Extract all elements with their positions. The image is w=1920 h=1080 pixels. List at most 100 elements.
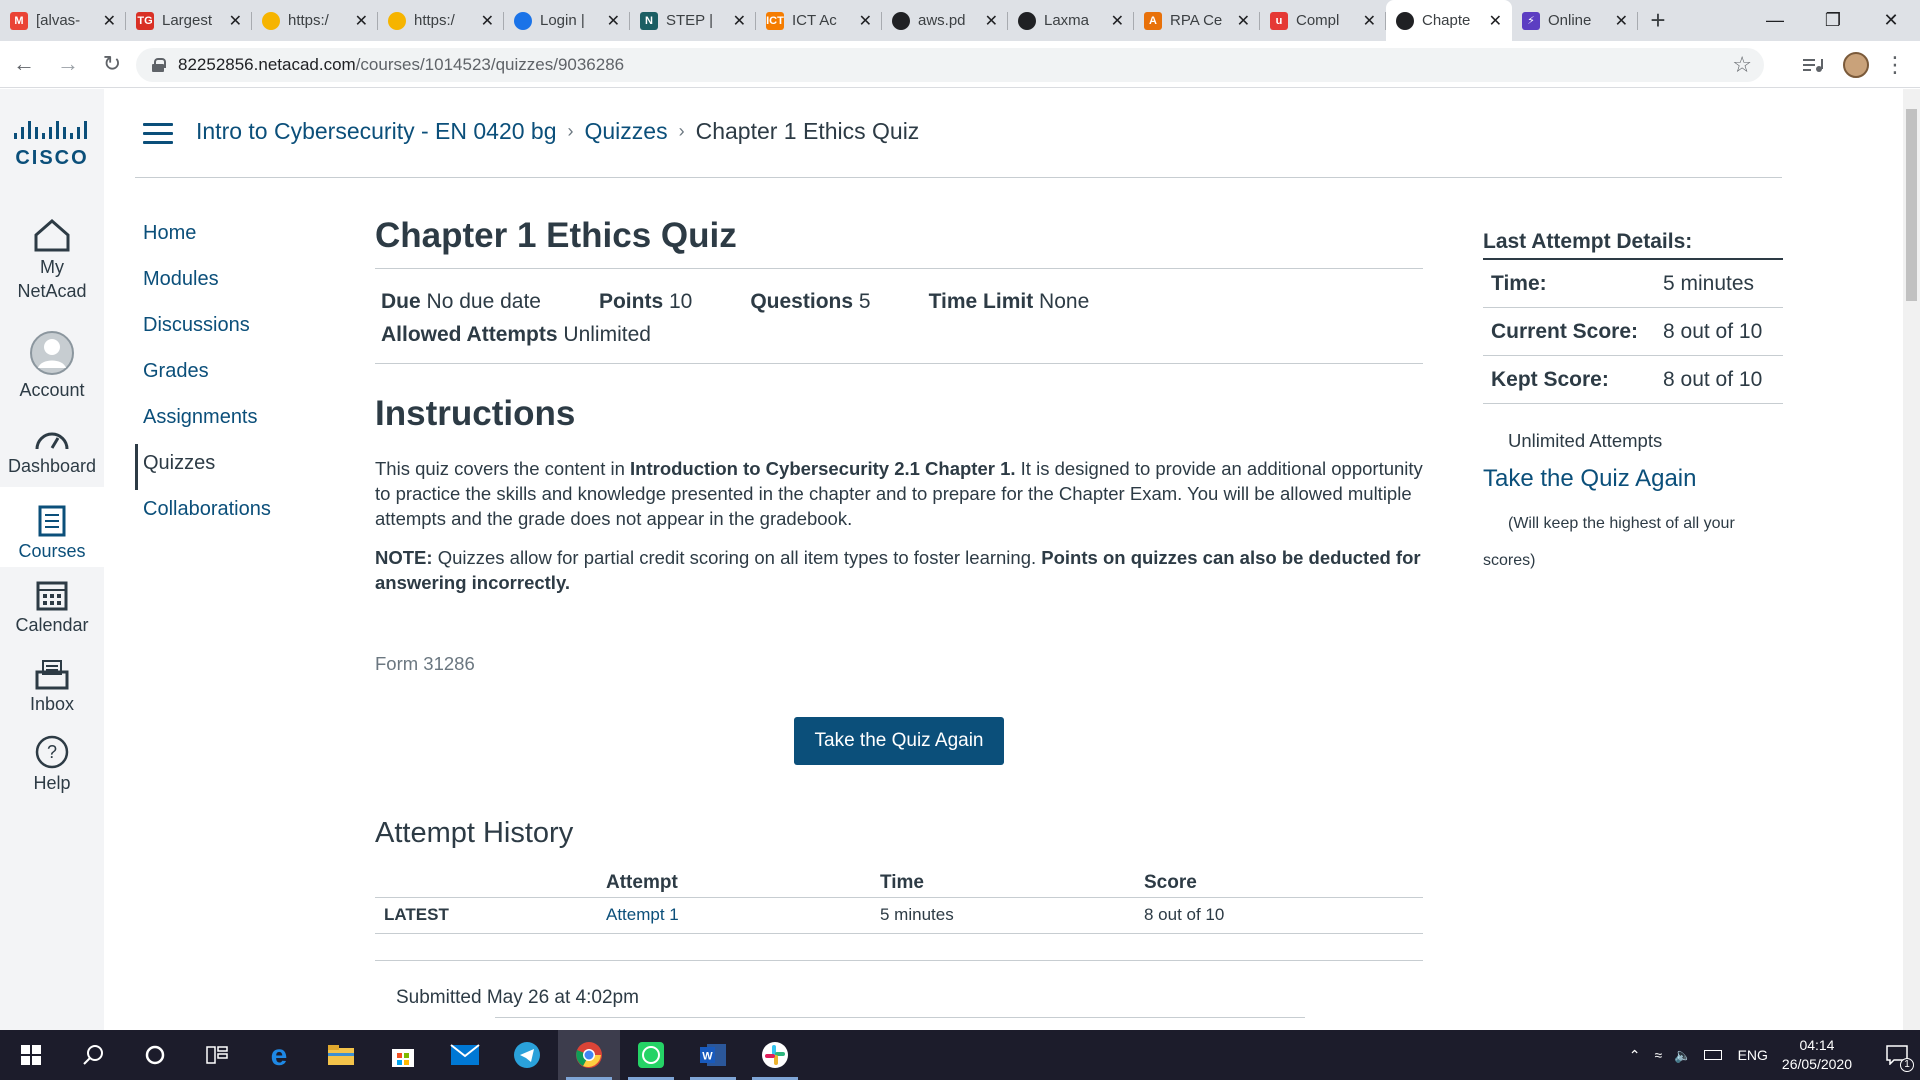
close-tab-icon[interactable]: ✕ bbox=[355, 11, 368, 31]
course-nav-grades[interactable]: Grades bbox=[135, 352, 335, 398]
tray-chevron-icon[interactable]: ⌃ bbox=[1629, 1047, 1641, 1064]
browser-tab[interactable]: N STEP | ✕ bbox=[630, 0, 756, 41]
browser-tab[interactable]: Laxma ✕ bbox=[1008, 0, 1134, 41]
close-tab-icon[interactable]: ✕ bbox=[607, 11, 620, 31]
take-quiz-again-button[interactable]: Take the Quiz Again bbox=[794, 717, 1004, 765]
windows-start-icon[interactable] bbox=[0, 1030, 62, 1080]
address-bar[interactable]: 82252856.netacad.com/courses/1014523/qui… bbox=[136, 48, 1764, 82]
scrollbar-thumb[interactable] bbox=[1906, 109, 1917, 301]
word-icon[interactable]: W bbox=[682, 1030, 744, 1080]
header-divider bbox=[135, 177, 1782, 178]
browser-tab[interactable]: https:/ ✕ bbox=[378, 0, 504, 41]
attempt-link[interactable]: Attempt 1 bbox=[606, 896, 880, 934]
breadcrumb-course-link[interactable]: Intro to Cybersecurity - EN 0420 bg bbox=[196, 118, 557, 145]
edge-icon[interactable]: e bbox=[248, 1030, 310, 1080]
close-tab-icon[interactable]: ✕ bbox=[859, 11, 872, 31]
close-tab-icon[interactable]: ✕ bbox=[229, 11, 242, 31]
ict-icon: ICT bbox=[766, 11, 784, 30]
close-tab-icon[interactable]: ✕ bbox=[1237, 11, 1250, 31]
reload-icon[interactable]: ↻ bbox=[92, 44, 132, 84]
close-tab-icon[interactable]: ✕ bbox=[481, 11, 494, 31]
profile-avatar[interactable] bbox=[1838, 41, 1874, 88]
close-tab-icon[interactable]: ✕ bbox=[1489, 11, 1502, 31]
course-nav-discussions[interactable]: Discussions bbox=[135, 306, 335, 352]
instructions-body: This quiz covers the content in Introduc… bbox=[375, 456, 1423, 595]
back-icon[interactable]: ← bbox=[4, 44, 44, 84]
volume-icon[interactable]: 🔈 bbox=[1674, 1047, 1691, 1064]
browser-tab[interactable]: A RPA Ce ✕ bbox=[1134, 0, 1260, 41]
svg-text:W: W bbox=[702, 1051, 713, 1063]
calendar-icon bbox=[36, 581, 68, 611]
url-path: /courses/1014523/quizzes/9036286 bbox=[355, 55, 625, 74]
course-nav-home[interactable]: Home bbox=[135, 214, 335, 260]
form-id: Form 31286 bbox=[375, 653, 475, 674]
browser-tab[interactable]: M [alvas- ✕ bbox=[0, 0, 126, 41]
browser-tab-title: Online bbox=[1548, 12, 1592, 29]
cortana-icon[interactable] bbox=[124, 1030, 186, 1080]
browser-tab[interactable]: ICT ICT Ac ✕ bbox=[756, 0, 882, 41]
browser-menu-icon[interactable]: ⋮ bbox=[1880, 41, 1910, 88]
breadcrumb-separator: › bbox=[678, 121, 685, 141]
chrome-icon[interactable] bbox=[558, 1030, 620, 1080]
browser-tab[interactable]: Login | ✕ bbox=[504, 0, 630, 41]
sidebar-take-again-link[interactable]: Take the Quiz Again bbox=[1483, 465, 1783, 493]
sidebar-time-row: Time: 5 minutes bbox=[1483, 260, 1783, 308]
file-explorer-icon[interactable] bbox=[310, 1030, 372, 1080]
forward-icon[interactable]: → bbox=[48, 44, 88, 84]
global-nav-help[interactable]: ? Help bbox=[0, 735, 104, 805]
page-scrollbar[interactable] bbox=[1903, 89, 1920, 1030]
system-tray: ⌃ ≈ 🔈 ENG 04:14 26/05/2020 1 bbox=[1629, 1030, 1920, 1080]
quiz-allowed-attempts: Allowed Attempts Unlimited bbox=[381, 318, 651, 351]
close-tab-icon[interactable]: ✕ bbox=[1615, 11, 1628, 31]
course-nav-modules[interactable]: Modules bbox=[135, 260, 335, 306]
mail-icon[interactable] bbox=[434, 1030, 496, 1080]
close-tab-icon[interactable]: ✕ bbox=[1363, 11, 1376, 31]
cisco-logo[interactable]: CISCO bbox=[12, 121, 92, 167]
breadcrumb-quizzes-link[interactable]: Quizzes bbox=[585, 118, 668, 145]
home-icon bbox=[34, 219, 70, 252]
browser-tab-title: Login | bbox=[540, 12, 585, 29]
close-tab-icon[interactable]: ✕ bbox=[1111, 11, 1124, 31]
global-nav-dashboard[interactable]: Dashboard bbox=[0, 426, 104, 488]
minimize-button[interactable]: — bbox=[1746, 0, 1804, 41]
global-nav-calendar[interactable]: Calendar bbox=[0, 579, 104, 649]
close-tab-icon[interactable]: ✕ bbox=[985, 11, 998, 31]
svg-text:?: ? bbox=[47, 742, 57, 762]
close-window-button[interactable]: ✕ bbox=[1862, 0, 1920, 41]
course-nav-quizzes[interactable]: Quizzes bbox=[135, 444, 335, 490]
browser-tab[interactable]: u Compl ✕ bbox=[1260, 0, 1386, 41]
global-nav-inbox[interactable]: Inbox bbox=[0, 658, 104, 728]
language-indicator[interactable]: ENG bbox=[1738, 1047, 1768, 1063]
browser-tab[interactable]: TG Largest ✕ bbox=[126, 0, 252, 41]
close-tab-icon[interactable]: ✕ bbox=[103, 11, 116, 31]
browser-tab[interactable]: Chapte ✕ bbox=[1386, 0, 1512, 41]
global-navigation: CISCO My NetAcad Account Dashboard Cours… bbox=[0, 89, 104, 1030]
notification-center-icon[interactable]: 1 bbox=[1874, 1030, 1920, 1080]
bookmark-star-icon[interactable]: ☆ bbox=[1732, 52, 1752, 78]
close-tab-icon[interactable]: ✕ bbox=[733, 11, 746, 31]
media-queue-icon[interactable] bbox=[1795, 41, 1831, 88]
global-nav-account[interactable]: Account bbox=[0, 330, 104, 400]
sidebar-current-score-value: 8 out of 10 bbox=[1663, 319, 1763, 343]
global-nav-my-netacad[interactable]: My NetAcad bbox=[0, 217, 104, 307]
new-tab-button[interactable]: + bbox=[1638, 0, 1678, 41]
store-icon[interactable] bbox=[372, 1030, 434, 1080]
browser-tab[interactable]: aws.pd ✕ bbox=[882, 0, 1008, 41]
global-nav-courses[interactable]: Courses bbox=[0, 487, 104, 567]
attempts-label: Allowed Attempts bbox=[381, 323, 558, 346]
course-nav-assignments[interactable]: Assignments bbox=[135, 398, 335, 444]
course-menu-toggle[interactable] bbox=[143, 123, 173, 145]
course-nav-collaborations[interactable]: Collaborations bbox=[135, 490, 335, 536]
task-view-icon[interactable] bbox=[186, 1030, 248, 1080]
restore-button[interactable]: ❐ bbox=[1804, 0, 1862, 41]
search-icon[interactable] bbox=[62, 1030, 124, 1080]
wifi-icon[interactable]: ≈ bbox=[1654, 1047, 1662, 1063]
browser-tab[interactable]: https:/ ✕ bbox=[252, 0, 378, 41]
telegram-icon[interactable] bbox=[496, 1030, 558, 1080]
taskbar-clock[interactable]: 04:14 26/05/2020 bbox=[1782, 1036, 1852, 1074]
battery-icon[interactable] bbox=[1703, 1050, 1722, 1060]
browser-tab[interactable]: ⚡ Online ✕ bbox=[1512, 0, 1638, 41]
url-host: 82252856.netacad.com bbox=[178, 55, 356, 74]
slack-icon[interactable] bbox=[744, 1030, 806, 1080]
whatsapp-icon[interactable] bbox=[620, 1030, 682, 1080]
